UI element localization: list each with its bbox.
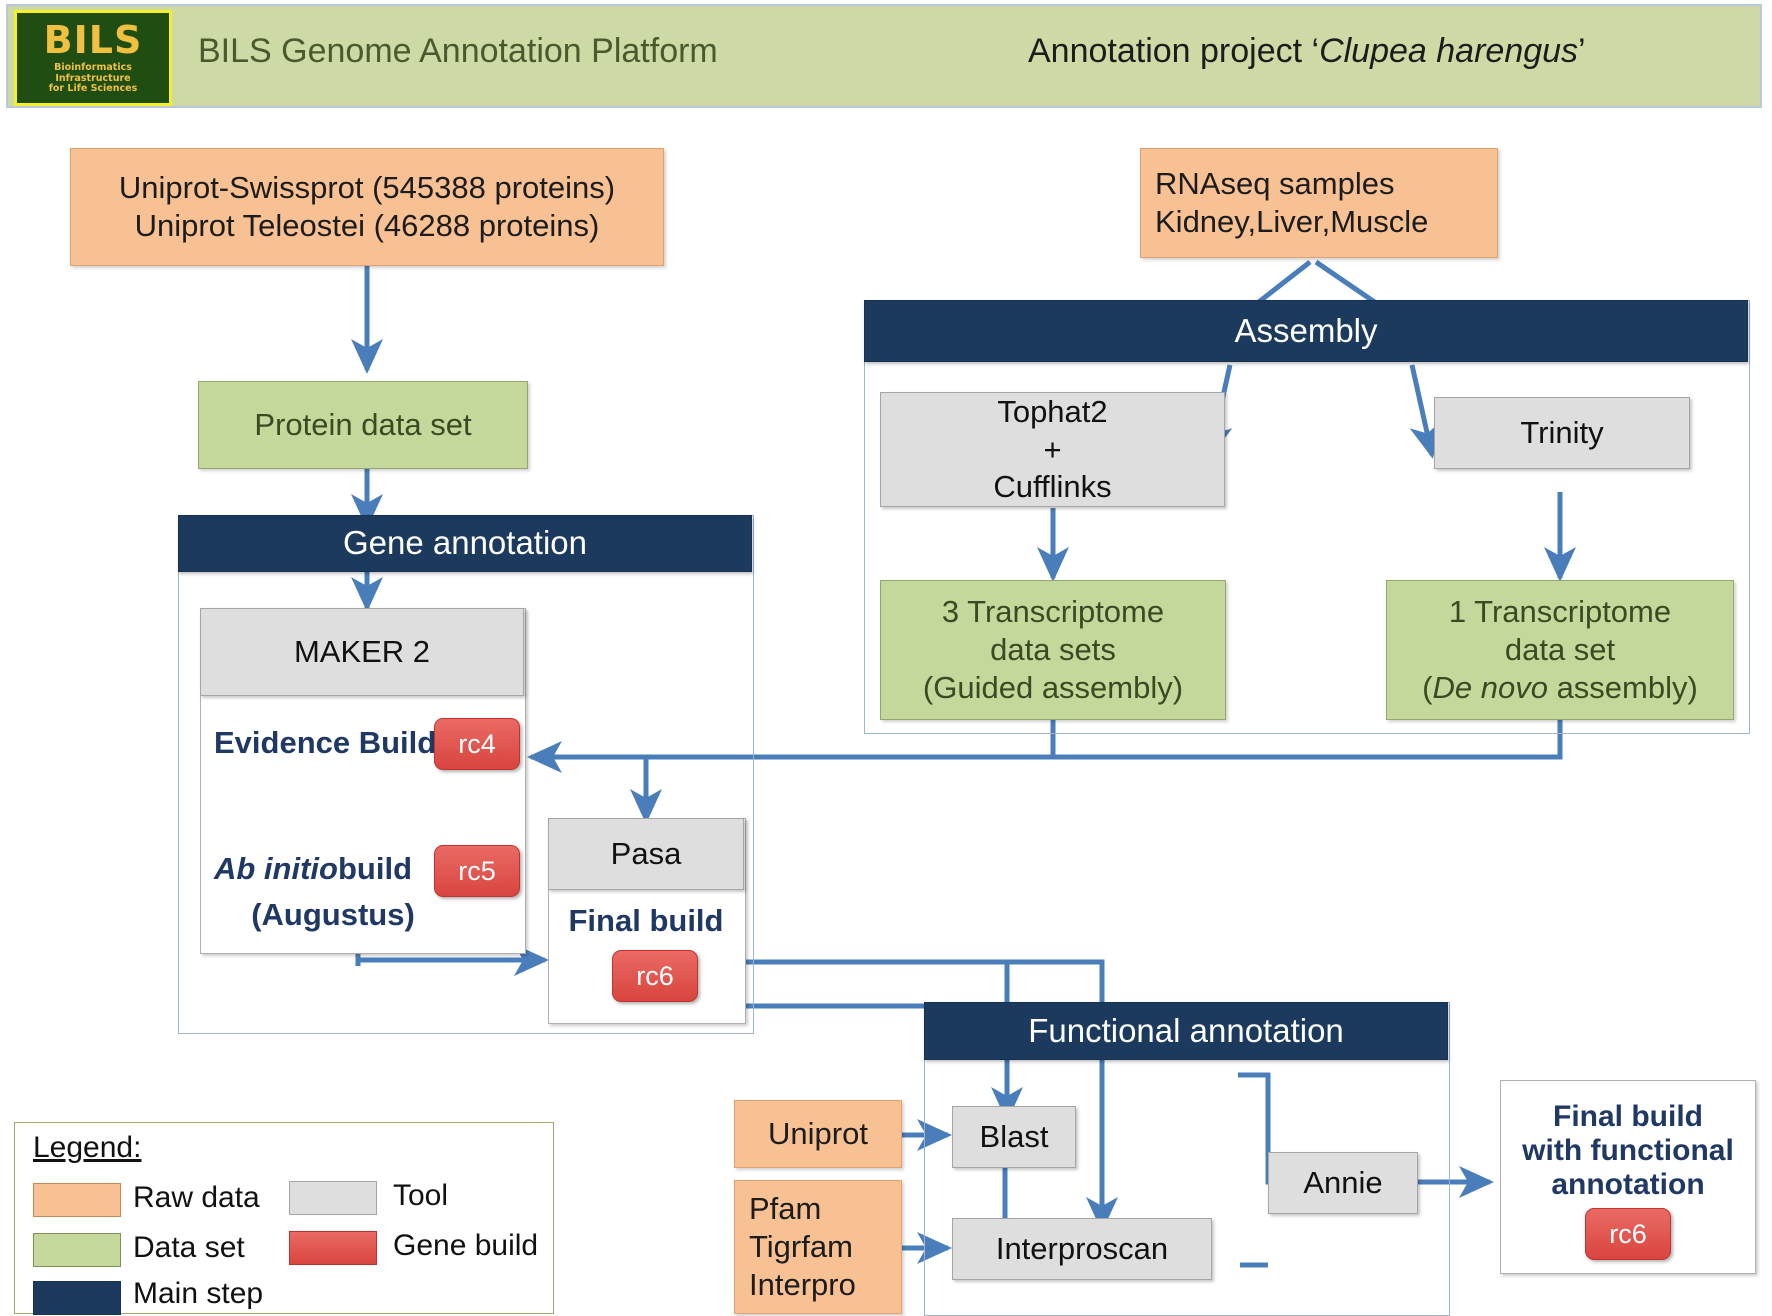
legend-box: Legend: Raw data Data set Main step Tool… bbox=[14, 1122, 554, 1315]
node-uniprot-raw: Uniprot-Swissprot (545388 proteins) Unip… bbox=[70, 148, 664, 266]
legend-label-gene-build: Gene build bbox=[393, 1229, 539, 1262]
node-tophat-cufflinks: Tophat2 + Cufflinks bbox=[880, 392, 1225, 507]
node-protein-data-set: Protein data set bbox=[198, 381, 528, 469]
ff-line2: with functional bbox=[1522, 1134, 1734, 1167]
node-annie: Annie bbox=[1268, 1152, 1418, 1214]
legend-label-tool: Tool bbox=[393, 1179, 449, 1212]
node-trinity: Trinity bbox=[1434, 397, 1690, 469]
node-pasa: Pasa bbox=[548, 818, 744, 890]
pfam-line2: Tigrfam bbox=[749, 1229, 853, 1265]
gene-annotation-step-header: Gene annotation bbox=[178, 515, 752, 572]
project-title-prefix: Annotation project ‘ bbox=[1028, 32, 1320, 70]
legend-swatch-data-set bbox=[33, 1233, 121, 1267]
pfam-line3: Interpro bbox=[749, 1266, 856, 1302]
ff-line1: Final build bbox=[1553, 1100, 1703, 1133]
node-transcriptome-denovo: 1 Transcriptome data set (De novo assemb… bbox=[1386, 580, 1734, 720]
project-title-suffix: ’ bbox=[1578, 32, 1586, 70]
bils-logo: BILS Bioinformatics Infrastructure for L… bbox=[14, 10, 172, 106]
badge-rc6-functional: rc6 bbox=[1585, 1208, 1671, 1260]
node-final-functional: Final build with functional annotation r… bbox=[1500, 1080, 1756, 1274]
node-blast: Blast bbox=[952, 1106, 1076, 1168]
tg-line3: (Guided assembly) bbox=[922, 669, 1184, 705]
badge-rc6-genebuild: rc6 bbox=[612, 950, 698, 1002]
page-title: BILS Genome Annotation Platform bbox=[198, 32, 718, 70]
td-line1: 1 Transcriptome bbox=[1448, 594, 1672, 630]
node-uniprot-functional: Uniprot bbox=[734, 1100, 902, 1168]
tophat-line2: + bbox=[1043, 431, 1062, 467]
functional-annotation-step-header: Functional annotation bbox=[924, 1002, 1448, 1060]
uniprot-raw-line1: Uniprot-Swissprot (545388 proteins) bbox=[118, 170, 616, 206]
node-pfam-block: Pfam Tigrfam Interpro bbox=[734, 1180, 902, 1314]
rnaseq-line1: RNAseq samples bbox=[1155, 166, 1395, 202]
abinitio-rest: build bbox=[337, 851, 413, 887]
label-augustus: (Augustus) bbox=[251, 897, 415, 933]
node-interproscan: Interproscan bbox=[952, 1218, 1212, 1280]
project-species: Clupea harengus bbox=[1319, 32, 1579, 70]
legend-label-main-step: Main step bbox=[133, 1277, 264, 1310]
logo-tagline: Bioinformatics Infrastructure for Life S… bbox=[48, 61, 138, 95]
assembly-step-header: Assembly bbox=[864, 300, 1748, 362]
legend-label-data-set: Data set bbox=[133, 1231, 245, 1264]
uniprot-raw-line2: Uniprot Teleostei (46288 proteins) bbox=[134, 208, 600, 243]
td-line2: data set bbox=[1504, 632, 1616, 668]
node-rnaseq-raw: RNAseq samples Kidney,Liver,Muscle bbox=[1140, 148, 1498, 258]
rnaseq-line2: Kidney,Liver,Muscle bbox=[1155, 204, 1429, 239]
legend-swatch-raw-data bbox=[33, 1183, 121, 1217]
pfam-line1: Pfam bbox=[749, 1191, 822, 1227]
legend-label-raw-data: Raw data bbox=[133, 1181, 260, 1214]
project-title: Annotation project ‘Clupea harengus’ bbox=[1028, 32, 1586, 71]
legend-swatch-main-step bbox=[33, 1281, 121, 1315]
tg-line1: 3 Transcriptome bbox=[941, 594, 1165, 630]
denovo-italic: De novo bbox=[1432, 669, 1548, 705]
logo-wordmark: BILS bbox=[43, 17, 143, 62]
legend-swatch-tool bbox=[289, 1181, 377, 1215]
td-line3: (De novo assembly) bbox=[1422, 669, 1698, 705]
tophat-line3: Cufflinks bbox=[993, 469, 1112, 505]
node-transcriptome-guided: 3 Transcriptome data sets (Guided assemb… bbox=[880, 580, 1226, 720]
ff-line3: annotation bbox=[1551, 1168, 1705, 1201]
legend-swatch-gene-build bbox=[289, 1231, 377, 1265]
abinitio-italic: Ab initio bbox=[214, 851, 338, 887]
label-abinitio-build: Ab initio build bbox=[214, 848, 452, 890]
badge-rc4: rc4 bbox=[434, 718, 520, 770]
label-final-build: Final build bbox=[568, 903, 724, 939]
label-evidence-build: Evidence Build bbox=[214, 725, 437, 761]
tg-line2: data sets bbox=[990, 632, 1116, 668]
app-header: BILS Bioinformatics Infrastructure for L… bbox=[6, 4, 1762, 108]
node-maker2: MAKER 2 bbox=[200, 608, 524, 696]
tophat-line1: Tophat2 bbox=[997, 393, 1108, 429]
badge-rc5: rc5 bbox=[434, 845, 520, 897]
legend-title: Legend: bbox=[33, 1131, 142, 1164]
